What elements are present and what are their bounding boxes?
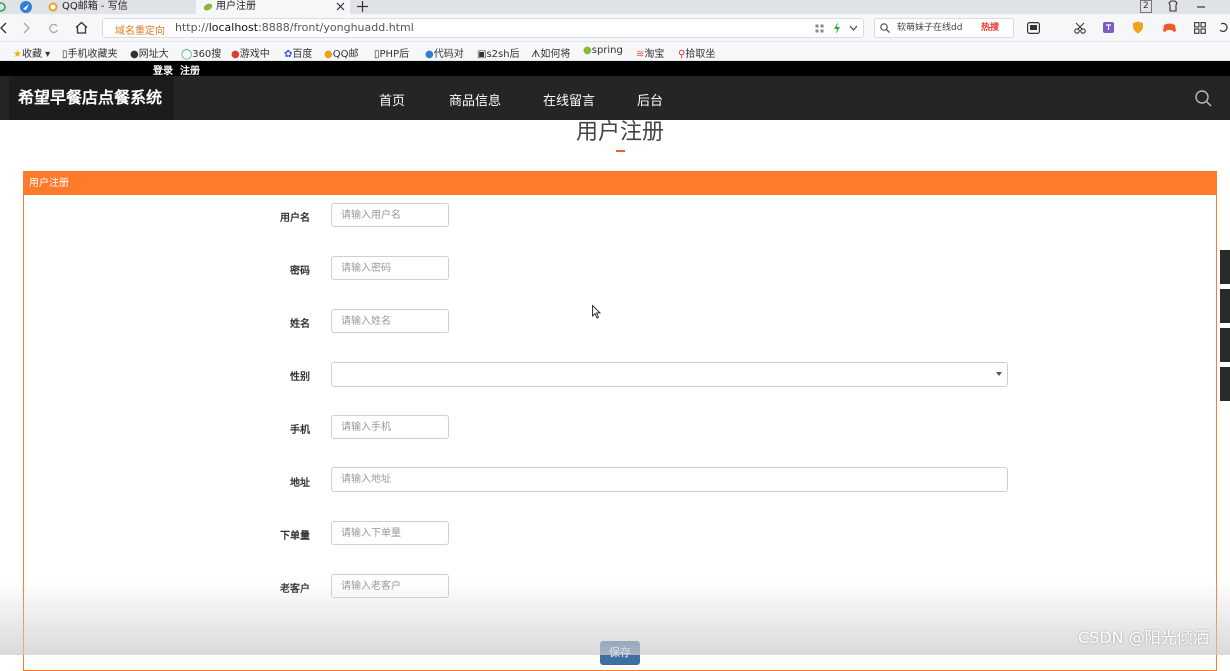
- address-input[interactable]: [331, 467, 1008, 492]
- bookmark-item[interactable]: ▯PHP后: [374, 45, 409, 60]
- field-label-regular-customer: 老客户: [280, 584, 310, 595]
- bookmark-item[interactable]: ≋淘宝: [636, 45, 664, 60]
- side-float-tab[interactable]: [1220, 289, 1230, 323]
- save-button[interactable]: 保存: [600, 641, 640, 665]
- register-panel: 用户注册: [23, 171, 1217, 671]
- field-label-order-count: 下单量: [280, 531, 310, 542]
- nav-products[interactable]: 商品信息: [449, 90, 501, 109]
- forward-icon[interactable]: [22, 22, 30, 34]
- nav-home[interactable]: 首页: [379, 90, 405, 109]
- bookmark-item[interactable]: ◯360搜: [181, 45, 221, 60]
- watermark: CSDN @阳光倾洒: [1078, 628, 1209, 647]
- bookmark-item[interactable]: ✿百度: [284, 45, 312, 60]
- url-prefix: http://: [175, 21, 209, 34]
- side-float-tab[interactable]: [1220, 328, 1230, 362]
- nav-messages[interactable]: 在线留言: [543, 90, 595, 109]
- reload-icon[interactable]: [48, 22, 59, 34]
- site-top-bar: 登录 注册: [0, 61, 1230, 77]
- bookmark-item[interactable]: ▣s2sh后: [477, 45, 520, 60]
- bookmark-item[interactable]: ●网址大: [130, 45, 169, 60]
- name-input[interactable]: [331, 309, 449, 333]
- leaf-favicon-icon: [203, 2, 213, 12]
- url-rest: :8888/front/yonghuadd.html: [258, 21, 414, 34]
- search-text: 软萌妹子在线dd: [897, 23, 963, 33]
- qr-icon[interactable]: [815, 24, 824, 33]
- side-float-tab[interactable]: [1220, 250, 1230, 284]
- mouse-cursor-icon: [592, 305, 601, 319]
- bookmark-item[interactable]: ●QQ邮: [324, 45, 358, 60]
- tab-qq-mail[interactable]: QQ邮箱 - 写信: [46, 0, 194, 14]
- skin-icon[interactable]: [1167, 0, 1179, 12]
- page-title: 用户注册: [575, 120, 664, 145]
- bookmark-item[interactable]: ●spring: [583, 45, 623, 56]
- search-box[interactable]: 软萌妹子在线dd 热搜: [874, 18, 1014, 38]
- order-count-input[interactable]: [331, 521, 449, 545]
- url-host: localhost: [208, 21, 259, 34]
- bookmark-item[interactable]: ᗑ如何将: [531, 45, 570, 60]
- register-link[interactable]: 注册: [180, 62, 200, 77]
- phone-input[interactable]: [331, 415, 449, 439]
- wallet-icon[interactable]: [1027, 22, 1040, 34]
- field-label-password: 密码: [290, 266, 310, 277]
- game-controller-icon[interactable]: [1162, 22, 1178, 34]
- caret-down-icon: [996, 372, 1002, 376]
- apps-grid-icon[interactable]: [1194, 22, 1206, 34]
- password-input[interactable]: [331, 256, 449, 280]
- title-underline: [616, 150, 625, 152]
- hot-search-label: 热搜: [981, 23, 1000, 33]
- browser-tab-bar: QQ邮箱 - 写信 用户注册 2: [0, 0, 1230, 14]
- field-label-name: 姓名: [290, 319, 310, 330]
- search-icon[interactable]: [1195, 90, 1212, 107]
- close-tab-icon[interactable]: [336, 2, 345, 11]
- browser-address-row: 域名重定向 http://localhost:8888/front/yonghu…: [0, 14, 1230, 42]
- bookmark-item[interactable]: ⚲拾取坐: [678, 45, 715, 60]
- panel-header: 用户注册: [24, 172, 1216, 195]
- field-label-gender: 性别: [290, 372, 310, 383]
- minimize-icon[interactable]: [1196, 2, 1206, 12]
- qq-mail-favicon-icon: [48, 2, 58, 12]
- url-text: http://localhost:8888/front/yonghuadd.ht…: [175, 21, 414, 34]
- scissors-icon[interactable]: [1074, 22, 1088, 34]
- regular-customer-input[interactable]: [331, 574, 449, 598]
- browser-logo-icon: [19, 0, 33, 14]
- field-label-address: 地址: [290, 478, 310, 489]
- undo-icon[interactable]: [1218, 22, 1229, 34]
- back-icon[interactable]: [0, 22, 8, 34]
- login-link[interactable]: 登录: [153, 62, 173, 77]
- home-icon[interactable]: [75, 21, 88, 34]
- tab-title: 用户注册: [216, 1, 256, 12]
- search-icon: [880, 23, 890, 33]
- redirect-label: 域名重定向: [115, 26, 165, 37]
- url-bar[interactable]: 域名重定向 http://localhost:8888/front/yonghu…: [102, 18, 864, 38]
- bookmark-item[interactable]: ●游戏中: [231, 45, 270, 60]
- field-label-username: 用户名: [280, 213, 310, 224]
- bookmark-favorites[interactable]: ★收藏 ▾: [13, 45, 50, 60]
- bolt-icon[interactable]: [833, 22, 841, 34]
- window-count-badge: 2: [1140, 0, 1152, 13]
- tab-title: QQ邮箱 - 写信: [62, 1, 128, 12]
- bookmarks-bar: ★收藏 ▾ ▯手机收藏夹 ●网址大 ◯360搜 ●游戏中 ✿百度 ●QQ邮 ▯P…: [0, 42, 1230, 61]
- refresh-icon[interactable]: [0, 1, 6, 13]
- bookmark-item[interactable]: ▯手机收藏夹: [62, 45, 118, 60]
- bookmark-item[interactable]: ●代码对: [425, 45, 464, 60]
- tab-user-register[interactable]: 用户注册: [196, 0, 350, 14]
- nav-admin[interactable]: 后台: [637, 90, 663, 109]
- gender-select[interactable]: [331, 362, 1008, 387]
- field-label-phone: 手机: [290, 425, 310, 436]
- translate-icon[interactable]: [1103, 22, 1117, 34]
- shield-icon[interactable]: [1132, 21, 1146, 34]
- new-tab-icon[interactable]: [357, 1, 368, 12]
- username-input[interactable]: [331, 203, 449, 227]
- side-float-tab[interactable]: [1220, 367, 1230, 401]
- chevron-down-icon[interactable]: [849, 25, 858, 32]
